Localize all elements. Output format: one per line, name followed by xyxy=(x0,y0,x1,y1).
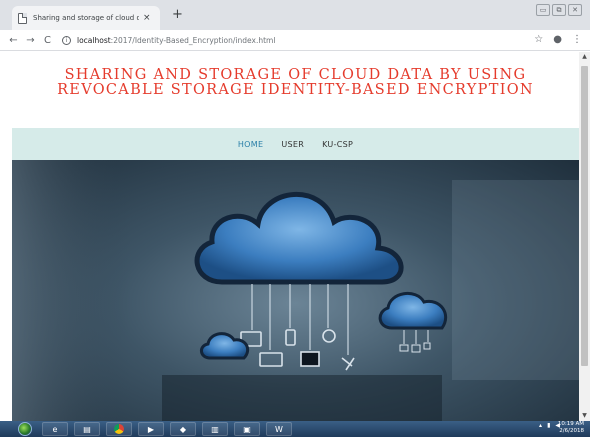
media-player-icon[interactable]: ▶ xyxy=(138,422,164,436)
ie-icon[interactable]: e xyxy=(42,422,68,436)
small-cloud-right-icon xyxy=(378,292,448,330)
site-header: SHARING AND STORAGE OF CLOUD DATA BY USI… xyxy=(12,52,579,128)
kebab-menu-icon[interactable]: ⋮ xyxy=(572,34,582,45)
site-title: SHARING AND STORAGE OF CLOUD DATA BY USI… xyxy=(57,67,534,98)
background-window-left xyxy=(12,160,132,421)
background-desk xyxy=(162,375,442,421)
phone-icon xyxy=(285,329,296,346)
chrome-icon[interactable] xyxy=(106,422,132,436)
app-icon[interactable]: ◆ xyxy=(170,422,196,436)
explorer-icon[interactable]: ▤ xyxy=(74,422,100,436)
scroll-down-icon[interactable]: ▼ xyxy=(579,411,590,421)
url-field[interactable]: i localhost:2017/Identity-Based_Encrypti… xyxy=(62,35,275,45)
server-icon xyxy=(300,351,320,367)
system-tray: ▴ ▮ ◀ xyxy=(539,422,560,429)
forward-button[interactable]: → xyxy=(22,35,39,46)
clock-time: 10:19 AM xyxy=(557,421,584,427)
back-button[interactable]: ← xyxy=(5,35,22,46)
tab-bar: Sharing and storage of cloud da × + ▭ ⧉ … xyxy=(0,0,590,30)
nav-user[interactable]: USER xyxy=(281,140,304,149)
tray-arrow-icon[interactable]: ▴ xyxy=(539,422,542,429)
address-bar: ← → C i localhost:2017/Identity-Based_En… xyxy=(0,30,590,51)
new-tab-button[interactable]: + xyxy=(172,8,183,22)
taskbar: e ▤ ▶ ◆ ▥ ▣ W ▴ ▮ ◀ 10:19 AM 2/6/2018 xyxy=(0,421,590,437)
word-icon[interactable]: W xyxy=(266,422,292,436)
page-scrollbar[interactable]: ▲ ▼ xyxy=(579,52,590,421)
url-host: localhost xyxy=(77,35,111,45)
antenna-icon xyxy=(322,329,336,343)
web-page: SHARING AND STORAGE OF CLOUD DATA BY USI… xyxy=(12,52,579,421)
account-icon[interactable]: ● xyxy=(553,34,562,45)
book-icon[interactable]: ▥ xyxy=(202,422,228,436)
satellite-icon xyxy=(341,357,355,371)
background-window-right xyxy=(452,180,579,380)
small-device-icons xyxy=(399,330,431,353)
url-text: localhost:2017/Identity-Based_Encryption… xyxy=(77,36,275,45)
close-window-button[interactable]: ✕ xyxy=(568,4,582,16)
cloud-illustration xyxy=(12,160,579,421)
main-nav: HOME USER KU-CSP xyxy=(12,128,579,160)
minimize-button[interactable]: ▭ xyxy=(536,4,550,16)
window-controls: ▭ ⧉ ✕ xyxy=(536,4,582,16)
scroll-up-icon[interactable]: ▲ xyxy=(579,52,590,62)
tab-close-icon[interactable]: × xyxy=(143,13,151,23)
winrar-icon[interactable]: ▣ xyxy=(234,422,260,436)
nav-home[interactable]: HOME xyxy=(238,140,263,149)
connector-lines xyxy=(251,284,349,355)
device-icons xyxy=(240,329,355,371)
star-icon[interactable]: ☆ xyxy=(534,34,543,45)
chrome-logo xyxy=(114,424,124,434)
clock-date: 2/6/2018 xyxy=(559,428,584,434)
scrollbar-thumb[interactable] xyxy=(581,66,588,366)
page-icon xyxy=(18,12,27,24)
hero-banner xyxy=(12,160,579,421)
taskbar-clock[interactable]: 10:19 AM 2/6/2018 xyxy=(558,421,584,435)
restore-button[interactable]: ⧉ xyxy=(552,4,566,16)
start-button[interactable] xyxy=(18,422,32,436)
network-icon[interactable]: ▮ xyxy=(547,422,550,429)
toolbar-icons: ☆ ● ⋮ xyxy=(534,34,582,45)
info-icon[interactable]: i xyxy=(62,35,71,45)
main-cloud-icon xyxy=(194,192,404,285)
laptop-icon xyxy=(259,352,283,367)
browser-tab[interactable]: Sharing and storage of cloud da × xyxy=(12,6,160,30)
url-path: :2017/Identity-Based_Encryption/index.ht… xyxy=(110,35,276,45)
browser-window: Sharing and storage of cloud da × + ▭ ⧉ … xyxy=(0,0,590,437)
nav-ku-csp[interactable]: KU-CSP xyxy=(322,140,353,149)
reload-button[interactable]: C xyxy=(39,35,56,46)
tab-title: Sharing and storage of cloud da xyxy=(33,14,139,22)
